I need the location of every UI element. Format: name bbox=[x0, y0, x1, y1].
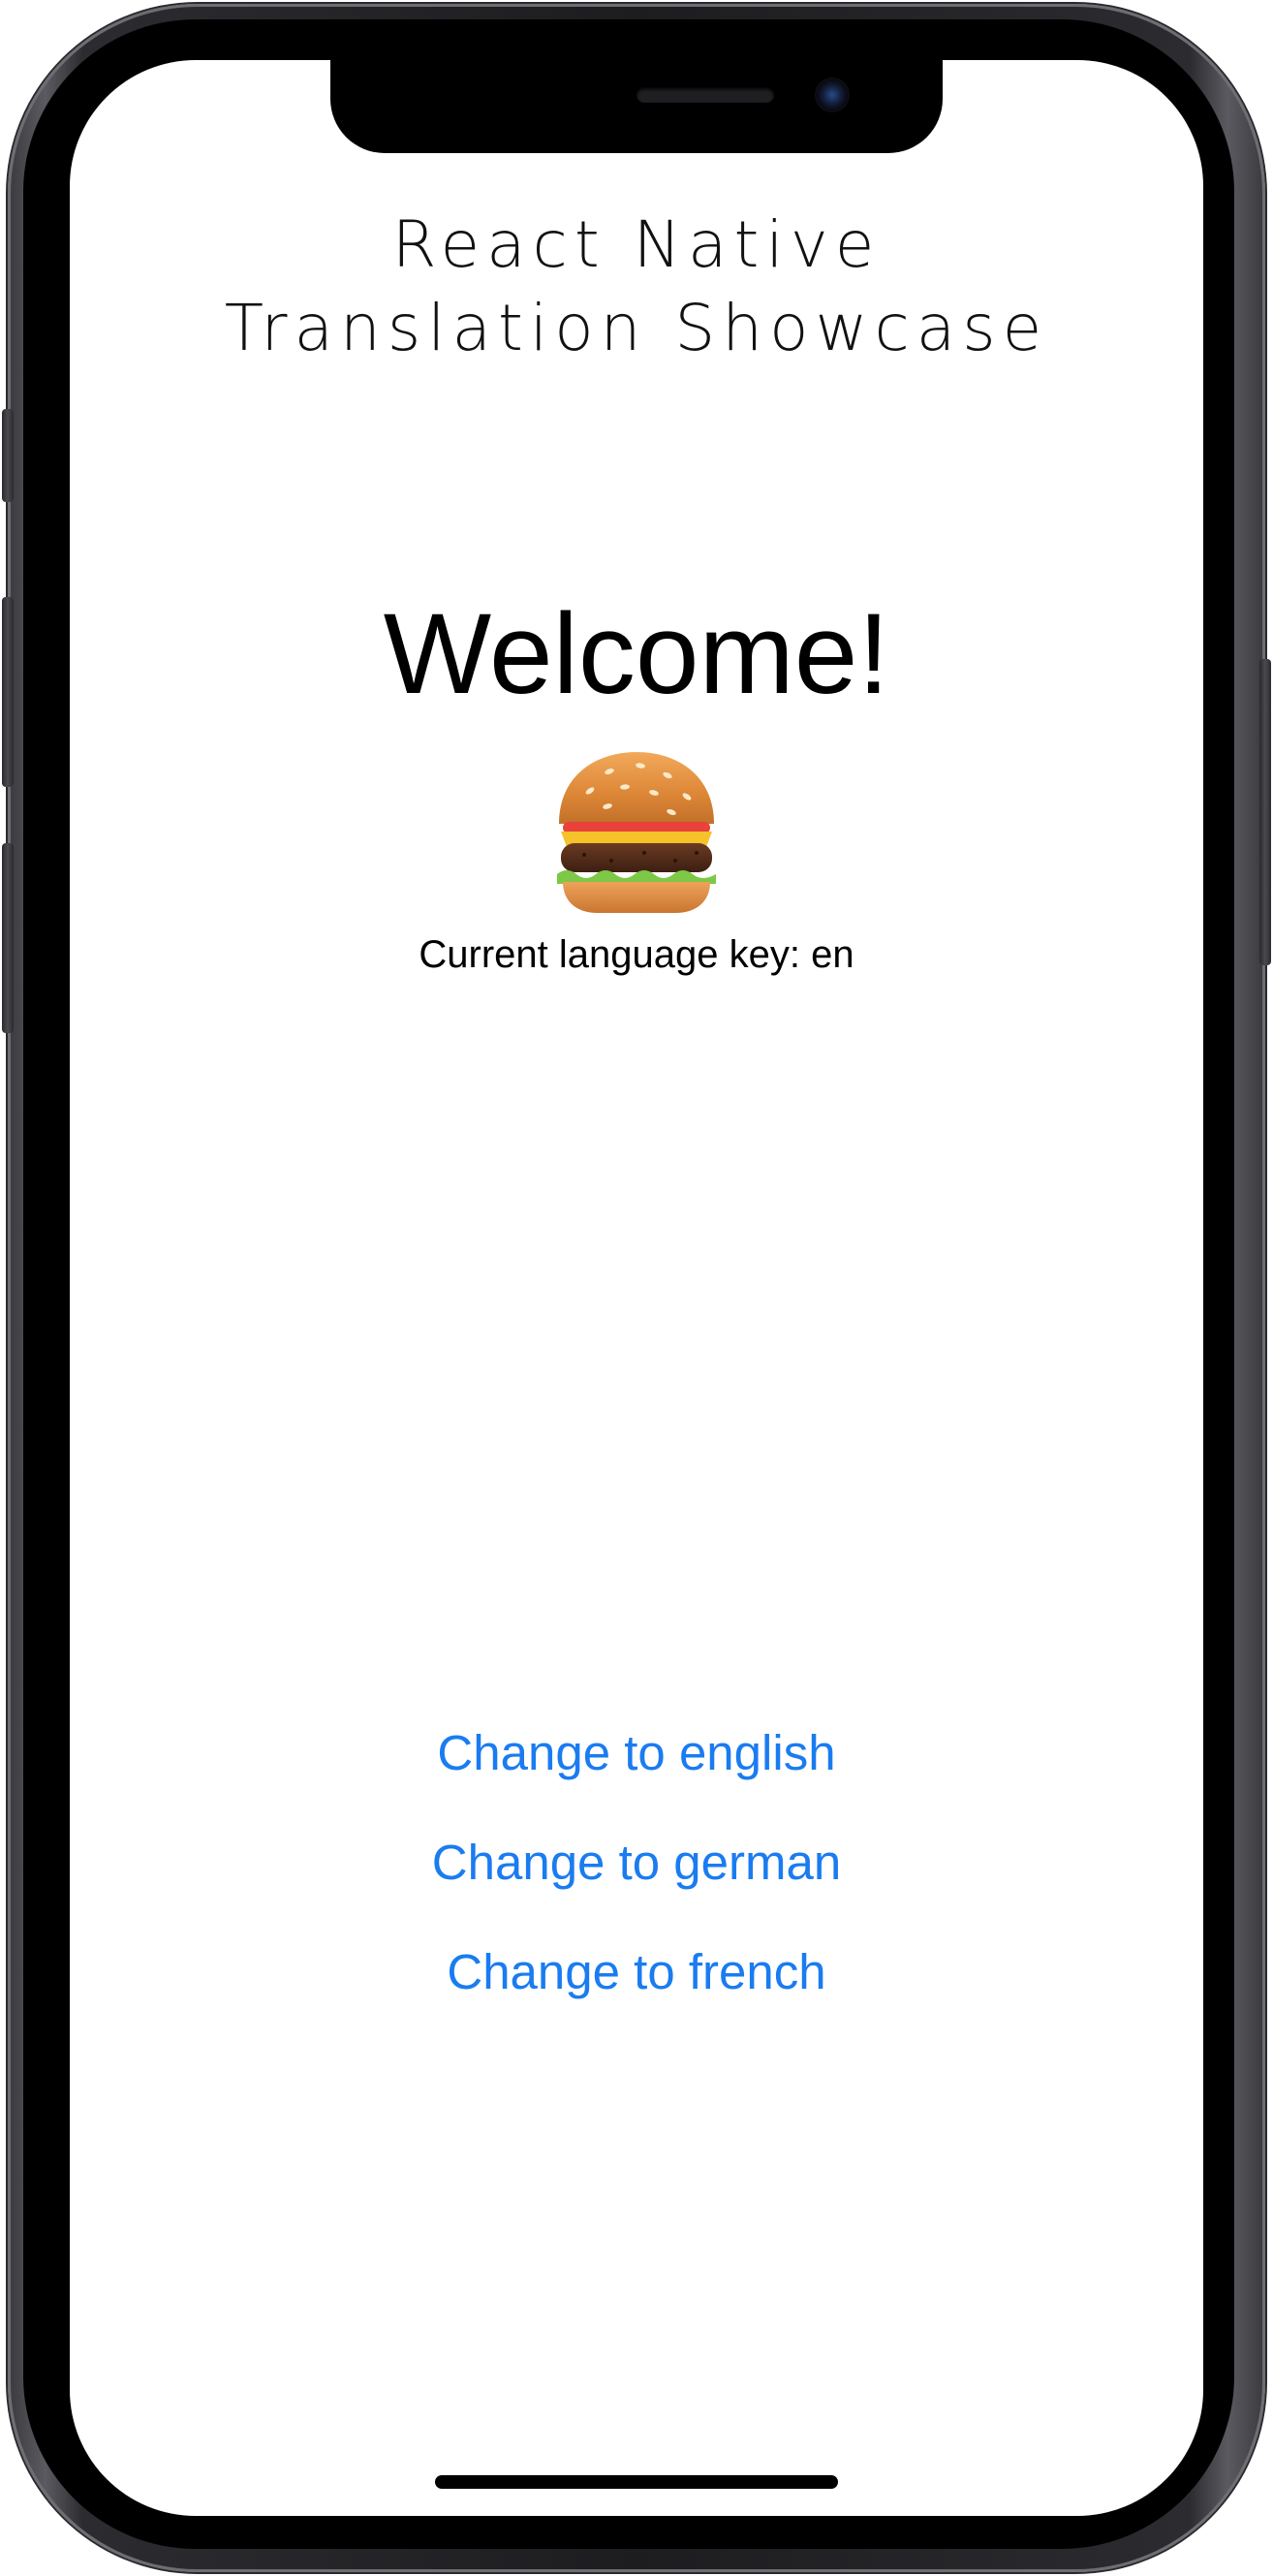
speaker-grille bbox=[636, 87, 774, 103]
title-line-1: React Native bbox=[391, 207, 882, 282]
volume-up-button bbox=[2, 597, 14, 787]
change-to-german-button[interactable]: Change to german bbox=[70, 1807, 1203, 1917]
welcome-heading: Welcome! bbox=[383, 590, 890, 718]
change-to-french-button[interactable]: Change to french bbox=[70, 1917, 1203, 2026]
page-title: React Native Translation Showcase bbox=[70, 204, 1203, 370]
silent-switch bbox=[2, 409, 14, 502]
language-buttons: Change to english Change to german Chang… bbox=[70, 1698, 1203, 2026]
camera-icon bbox=[815, 78, 850, 112]
notch bbox=[330, 60, 943, 153]
title-line-2: Translation Showcase bbox=[224, 291, 1049, 365]
current-language-key: Current language key: en bbox=[419, 933, 854, 976]
device-mockup: React Native Translation Showcase Welcom… bbox=[0, 0, 1273, 2576]
home-indicator[interactable] bbox=[435, 2475, 838, 2489]
power-button bbox=[1259, 659, 1271, 965]
app-screen: React Native Translation Showcase Welcom… bbox=[70, 60, 1203, 2516]
change-to-english-button[interactable]: Change to english bbox=[70, 1698, 1203, 1807]
volume-down-button bbox=[2, 843, 14, 1033]
hamburger-icon bbox=[557, 752, 716, 913]
